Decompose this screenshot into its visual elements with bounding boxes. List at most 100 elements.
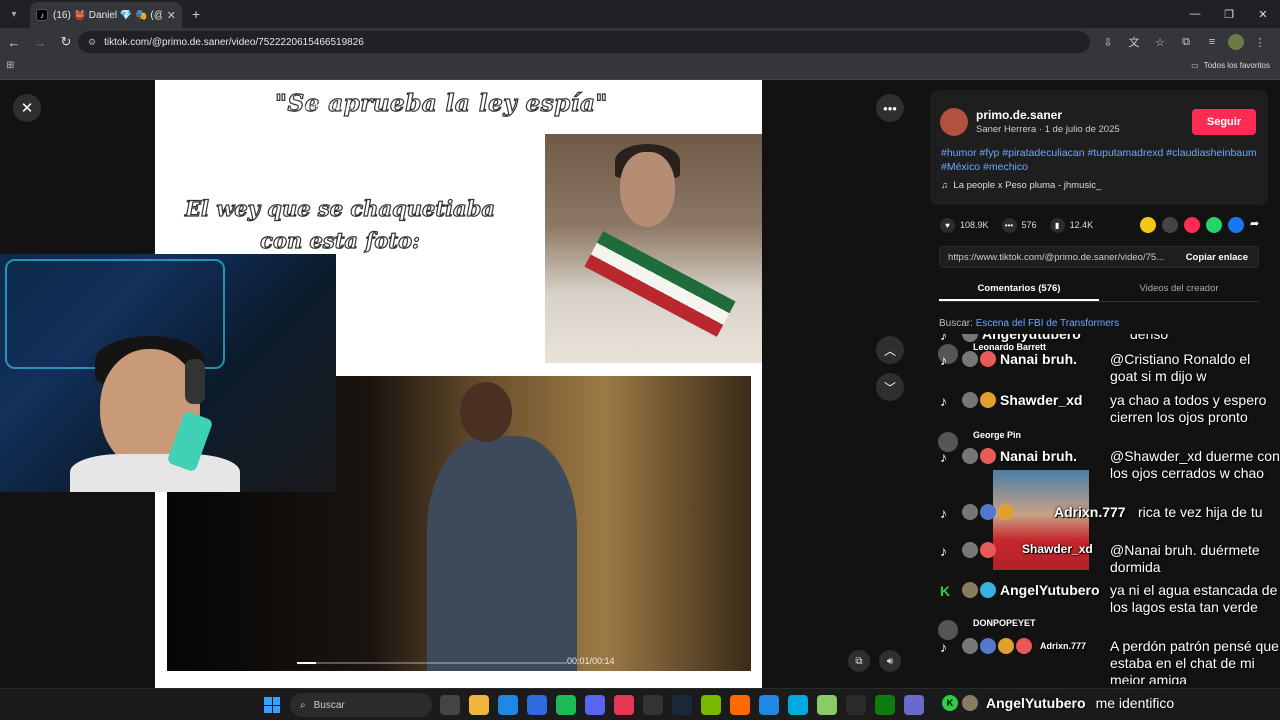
- spotify-icon[interactable]: [556, 695, 576, 715]
- mid-caption-line2: con esta foto:: [260, 227, 421, 253]
- embed-icon[interactable]: [1162, 217, 1178, 233]
- back-icon[interactable]: ←: [2, 30, 26, 54]
- portrait-face: [620, 152, 675, 227]
- badge-icon: [980, 448, 996, 464]
- like-action[interactable]: ♥ 108.9K: [940, 217, 989, 233]
- badge-icon: [962, 542, 978, 558]
- tab-comments[interactable]: Comentarios (576): [939, 278, 1099, 301]
- forward-icon[interactable]: →: [28, 30, 52, 54]
- mid-caption-line1: El wey que se chaquetiaba: [184, 195, 495, 221]
- next-video-button[interactable]: ﹀: [876, 373, 904, 401]
- headphones: [185, 359, 205, 404]
- tab-list-icon[interactable]: ≡: [1202, 32, 1222, 52]
- app-icon[interactable]: [730, 695, 750, 715]
- chat-message: K AngelYutubero ya ni el agua estancada …: [940, 582, 1280, 615]
- copy-link-button[interactable]: Copiar enlace: [1186, 252, 1248, 263]
- video-mid-caption: El wey que se chaquetiaba con esta foto:: [160, 193, 520, 257]
- store-icon[interactable]: [527, 695, 547, 715]
- menu-icon[interactable]: ⋮: [1250, 32, 1270, 52]
- chat-text: denso: [1130, 334, 1169, 342]
- whatsapp-icon[interactable]: [1206, 217, 1222, 233]
- extensions-icon[interactable]: ⧉: [1176, 32, 1196, 52]
- all-bookmarks[interactable]: ▭ Todos los favoritos: [1191, 61, 1270, 70]
- close-video-button[interactable]: ✕: [13, 94, 41, 122]
- comment-author[interactable]: George Pin: [973, 430, 1113, 440]
- chat-username: AngelYutubero: [986, 695, 1086, 711]
- share-icons: ➦: [1140, 217, 1266, 233]
- new-tab-icon[interactable]: +: [192, 6, 200, 22]
- previous-video-button[interactable]: ︿: [876, 336, 904, 364]
- follow-button[interactable]: Seguir: [1192, 109, 1256, 135]
- share-url[interactable]: https://www.tiktok.com/@primo.de.saner/v…: [948, 252, 1176, 263]
- badge-icon: [980, 638, 996, 654]
- install-app-icon[interactable]: ⇩: [1098, 32, 1118, 52]
- hashtags[interactable]: #humor #fyp #piratadeculiacan #tuputamad…: [941, 146, 1261, 174]
- presidential-sash: [584, 231, 736, 337]
- music-line[interactable]: ♫ La people x Peso pluma - jhmusic_: [941, 180, 1101, 191]
- windows-start-icon[interactable]: [264, 697, 280, 713]
- streamer-webcam-overlay: [0, 254, 336, 492]
- tab-search-icon[interactable]: ▾: [4, 4, 24, 24]
- close-tab-icon[interactable]: ✕: [167, 9, 176, 22]
- chat-message: ♪ Adrixn.777 A perdón patrón pensé que e…: [940, 638, 1280, 684]
- comment-action[interactable]: ••• 576: [1001, 217, 1037, 233]
- creator-username[interactable]: primo.de.saner: [976, 108, 1062, 122]
- avatar: [962, 695, 978, 711]
- nvidia-icon[interactable]: [701, 695, 721, 715]
- apps-grid-icon[interactable]: ⊞: [6, 60, 20, 74]
- comment-avatar[interactable]: [938, 620, 958, 640]
- creator-avatar[interactable]: [940, 108, 968, 136]
- chat-message: ♪ Angelyutubero denso: [940, 334, 1280, 343]
- chat-text: ya ni el agua estancada de los lagos est…: [1110, 582, 1278, 615]
- chat-message: ♪ Nanai bruh. @Shawder_xd duerme con los…: [940, 448, 1280, 481]
- share-arrow-icon[interactable]: ➦: [1250, 217, 1266, 233]
- floating-player-icon[interactable]: ⧉: [848, 650, 870, 672]
- file-explorer-icon[interactable]: [469, 695, 489, 715]
- minimize-icon[interactable]: —: [1178, 0, 1212, 28]
- chat-username: Nanai bruh.: [1000, 351, 1078, 367]
- profile-avatar[interactable]: [1228, 34, 1244, 50]
- tab-creator-videos[interactable]: Videos del creador: [1099, 278, 1259, 301]
- app-icon[interactable]: [904, 695, 924, 715]
- clip-man-head: [460, 382, 512, 442]
- video-watermark: esta marico: [305, 102, 357, 113]
- site-info-icon[interactable]: ⚙: [88, 37, 96, 48]
- facebook-icon[interactable]: [1228, 217, 1244, 233]
- xbox-icon[interactable]: [875, 695, 895, 715]
- send-icon[interactable]: [1184, 217, 1200, 233]
- taskbar-search[interactable]: ⌕ Buscar: [290, 693, 432, 717]
- video-progress-bar[interactable]: [297, 662, 567, 664]
- search-suggestion[interactable]: Buscar: Escena del FBI de Transformers: [939, 318, 1119, 329]
- chat-text: me identifico: [1095, 695, 1175, 711]
- discord-icon[interactable]: [585, 695, 605, 715]
- app-icon[interactable]: [643, 695, 663, 715]
- restore-icon[interactable]: ❐: [1212, 0, 1246, 28]
- all-bookmarks-label: Todos los favoritos: [1203, 61, 1270, 70]
- chat-text: A perdón patrón pensé que estaba en el c…: [1110, 638, 1279, 684]
- bookmark-star-icon[interactable]: ☆: [1150, 32, 1170, 52]
- volume-icon[interactable]: 🔊︎: [879, 650, 901, 672]
- comment-author[interactable]: DONPOPEYET: [973, 618, 1113, 628]
- avatar: [962, 582, 978, 598]
- reload-icon[interactable]: ↻: [54, 30, 78, 54]
- bookmarks-bar: ⊞ ▭ Todos los favoritos: [0, 56, 1280, 80]
- translate-icon[interactable]: 文: [1124, 32, 1144, 52]
- more-options-button[interactable]: •••: [876, 94, 904, 122]
- badge-icon: [980, 504, 996, 520]
- task-view-icon[interactable]: [440, 695, 460, 715]
- creator-card: primo.de.saner Saner Herrera · 1 de juli…: [930, 90, 1268, 205]
- close-window-icon[interactable]: ✕: [1246, 0, 1280, 28]
- epic-games-icon[interactable]: [846, 695, 866, 715]
- address-bar[interactable]: ⚙ tiktok.com/@primo.de.saner/video/75222…: [78, 31, 1090, 53]
- edge-icon[interactable]: [498, 695, 518, 715]
- chat-username: Nanai bruh.: [1000, 448, 1078, 464]
- tiktok-live-icon[interactable]: [614, 695, 634, 715]
- steam-icon[interactable]: [672, 695, 692, 715]
- amazon-music-icon[interactable]: [788, 695, 808, 715]
- app-icon[interactable]: [759, 695, 779, 715]
- save-action[interactable]: ▮ 12.4K: [1049, 217, 1093, 233]
- coin-icon[interactable]: [1140, 217, 1156, 233]
- app-icon[interactable]: [817, 695, 837, 715]
- panel-tabs: Comentarios (576) Videos del creador: [939, 278, 1259, 302]
- browser-tab[interactable]: ♪ (16) 👹 Daniel 💎 🎭 (@ ✕: [30, 2, 182, 28]
